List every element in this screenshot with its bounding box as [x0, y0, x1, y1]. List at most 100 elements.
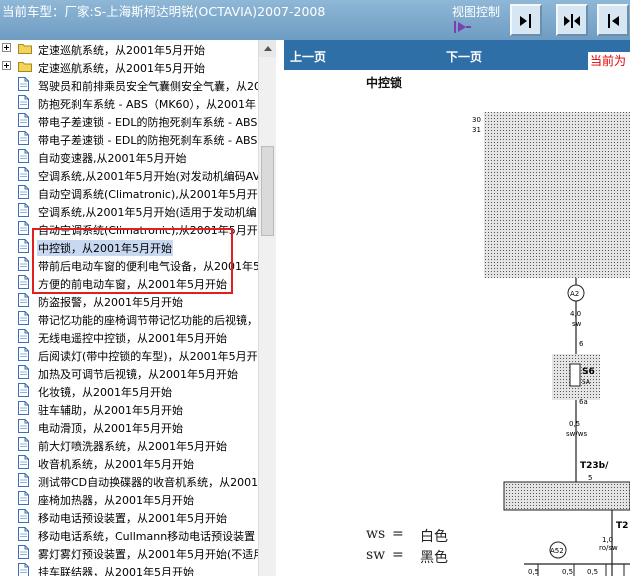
tree-item[interactable]: 防抱死刹车系统 - ABS（MK60），从2001年: [0, 94, 258, 112]
tree-item[interactable]: 加热及可调节后视镜，从2001年5月开始: [0, 364, 258, 382]
document-icon: [18, 149, 29, 163]
svg-text:sw: sw: [572, 320, 582, 328]
tree-item-label: 收音机系统，从2001年5月开始: [38, 458, 194, 471]
scroll-up-arrow-icon[interactable]: [259, 40, 276, 57]
tree-item[interactable]: 前大灯喷洗器系统，从2001年5月开始: [0, 436, 258, 454]
document-icon: [18, 221, 29, 235]
next-page-link[interactable]: 下一页: [446, 48, 482, 65]
arrow-to-right-bar-icon: [520, 14, 531, 28]
tree-item-label: 无线电遥控中控锁，从2001年5月开始: [38, 332, 227, 345]
expand-plus-icon[interactable]: [2, 61, 11, 70]
svg-text:6: 6: [579, 340, 584, 348]
svg-text:0,5: 0,5: [569, 420, 580, 428]
tree-item-label: 自动空调系统(Climatronic),从2001年5月开: [38, 188, 258, 201]
svg-text:ro/sw: ro/sw: [599, 544, 618, 552]
document-icon: [18, 491, 29, 505]
collapse-right-button[interactable]: [510, 4, 542, 36]
document-icon: [18, 365, 29, 379]
folder-icon: [18, 44, 32, 54]
tree-item[interactable]: 无线电遥控中控锁，从2001年5月开始: [0, 328, 258, 346]
svg-text:sw/ws: sw/ws: [566, 430, 587, 438]
circuit-tree-panel: 定速巡航系统，从2001年5月开始 定速巡航系统，从2001年5月开始 驾驶员和前排…: [0, 40, 258, 576]
tree-item-label: 电动滑顶，从2001年5月开始: [38, 422, 183, 435]
highlight-annotation-box: [32, 228, 233, 294]
tree-item[interactable]: 化妆镜，从2001年5月开始: [0, 382, 258, 400]
document-icon: [18, 509, 29, 523]
document-icon: [18, 77, 29, 91]
tree-item-label: 带电子差速锁 - EDL的防抱死刹车系统 - ABS: [38, 134, 258, 147]
tree-item-label: 带记忆功能的座椅调节带记忆功能的后视镜，: [38, 314, 258, 327]
tree-item[interactable]: 测试带CD自动换碟器的收音机系统，从2001: [0, 472, 258, 490]
tree-item-label: 测试带CD自动换碟器的收音机系统，从2001: [38, 476, 258, 489]
relay-panel-block: [484, 112, 630, 278]
tree-item[interactable]: 空调系统,从2001年5月开始(适用于发动机编: [0, 202, 258, 220]
svg-text:4,0: 4,0: [570, 310, 581, 318]
tree-item[interactable]: 电动滑顶，从2001年5月开始: [0, 418, 258, 436]
expand-plus-icon[interactable]: [2, 43, 11, 52]
tree-item[interactable]: 带电子差速锁 - EDL的防抱死刹车系统 - ABS: [0, 112, 258, 130]
tree-item[interactable]: 带记忆功能的座椅调节带记忆功能的后视镜，: [0, 310, 258, 328]
tree-item[interactable]: 移动电话系统，Cullmann移动电话预设装置: [0, 526, 258, 544]
tree-item[interactable]: 带电子差速锁 - EDL的防抱死刹车系统 - ABS: [0, 130, 258, 148]
tree-item[interactable]: 自动空调系统(Climatronic),从2001年5月开: [0, 184, 258, 202]
document-icon: [18, 347, 29, 361]
tree-item[interactable]: 驻车辅助，从2001年5月开始: [0, 400, 258, 418]
svg-text:T23b/: T23b/: [580, 461, 609, 471]
svg-text:T2: T2: [616, 521, 628, 531]
control-unit-bar: [503, 481, 630, 511]
tree-item-label: 移动电话预设装置，从2001年5月开始: [38, 512, 227, 525]
split-arrows-icon: [564, 14, 580, 28]
legend-eq-ws: =: [392, 526, 404, 542]
scroll-thumb[interactable]: [261, 146, 274, 236]
svg-text:A2: A2: [570, 290, 579, 298]
tree-item-label: 空调系统,从2001年5月开始(对发动机编码AV: [38, 170, 258, 183]
tree-item[interactable]: 移动电话预设装置，从2001年5月开始: [0, 508, 258, 526]
document-icon: [18, 239, 29, 253]
previous-page-link[interactable]: 上一页: [290, 48, 326, 65]
svg-text:6a: 6a: [579, 398, 588, 406]
svg-text:A52: A52: [550, 547, 564, 555]
legend-meaning-sw: 黑色: [420, 550, 448, 566]
tree-item[interactable]: 定速巡航系统，从2001年5月开始: [0, 58, 258, 76]
tree-item[interactable]: 定速巡航系统，从2001年5月开始: [0, 40, 258, 58]
legend-code-sw: sw: [366, 547, 386, 563]
tree-item-label: 带电子差速锁 - EDL的防抱死刹车系统 - ABS: [38, 116, 258, 129]
tree-item-label: 雾灯雾灯预设装置，从2001年5月开始(不适用: [38, 548, 258, 561]
legend-code-ws: ws: [366, 526, 386, 542]
document-icon: [18, 419, 29, 433]
document-icon: [18, 275, 29, 289]
tree-item-label: 定速巡航系统，从2001年5月开始: [38, 62, 205, 75]
document-icon: [18, 329, 29, 343]
svg-text:S6: S6: [582, 367, 595, 377]
svg-text:0,5: 0,5: [562, 568, 573, 576]
arrow-to-left-bar-icon: [608, 14, 619, 28]
legend-meaning-ws: 白色: [420, 529, 448, 545]
top-bar: 当前车型：厂家:S-上海斯柯达明锐(OCTAVIA)2007-2008 视图控制: [0, 0, 630, 40]
document-icon: [18, 293, 29, 307]
vehicle-model-title: 当前车型：厂家:S-上海斯柯达明锐(OCTAVIA)2007-2008: [2, 4, 326, 19]
tree-item[interactable]: 后阅读灯(带中控锁的车型)，从2001年5月开: [0, 346, 258, 364]
tree-item-label: 化妆镜，从2001年5月开始: [38, 386, 172, 399]
tree-item[interactable]: 收音机系统，从2001年5月开始: [0, 454, 258, 472]
document-icon: [18, 455, 29, 469]
tree-item[interactable]: 自动变速器,从2001年5月开始: [0, 148, 258, 166]
legend-eq-sw: =: [392, 547, 404, 563]
document-icon: [18, 401, 29, 415]
tree-item[interactable]: 座椅加热器，从2001年5月开始: [0, 490, 258, 508]
tree-scrollbar[interactable]: [258, 40, 276, 576]
tree-item[interactable]: 驾驶员和前排乘员安全气囊侧安全气囊，从20: [0, 76, 258, 94]
tree-item[interactable]: 防盗报警，从2001年5月开始: [0, 292, 258, 310]
tree-item-label: 定速巡航系统，从2001年5月开始: [38, 44, 205, 57]
view-control-label: 视图控制: [452, 5, 501, 19]
document-icon: [18, 95, 29, 109]
collapse-left-button[interactable]: [597, 4, 629, 36]
document-icon: [18, 563, 29, 576]
page-navigation-bar: 上一页 下一页 当前为: [284, 40, 630, 70]
wiring-diagram: 30 31 A2 4,0 sw 6 S6 5A 6a 0,5 sw/ws T23…: [472, 112, 630, 576]
split-view-button[interactable]: [556, 4, 588, 36]
document-icon: [18, 257, 29, 271]
tree-item[interactable]: 挂车联结器，从2001年5月开始: [0, 562, 258, 576]
tree-item[interactable]: 空调系统,从2001年5月开始(对发动机编码AV: [0, 166, 258, 184]
tree-item[interactable]: 雾灯雾灯预设装置，从2001年5月开始(不适用: [0, 544, 258, 562]
current-page-indicator: 当前为: [588, 52, 630, 70]
